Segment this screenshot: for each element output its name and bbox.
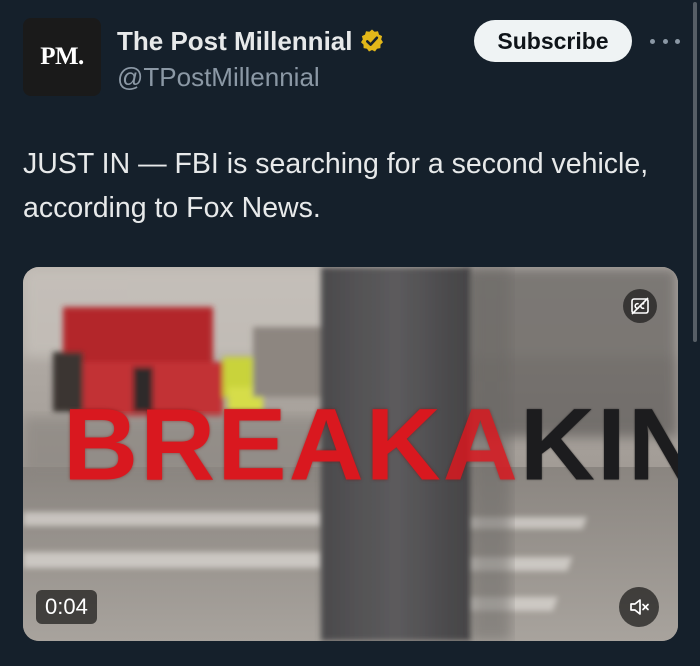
scrollbar[interactable] [693,2,697,342]
video-player[interactable]: BREAKAKING 0:04 [23,267,678,641]
breaking-text-dark: KING [519,388,678,502]
author-name[interactable]: The Post Millennial [117,24,352,58]
author-handle[interactable]: @TPostMillennial [117,60,385,94]
tweet-text: JUST IN — FBI is searching for a second … [23,148,649,224]
tweet-card: PM. The Post Millennial @TPostMillennial… [0,0,700,666]
author-name-row: The Post Millennial [117,24,385,58]
verified-badge-icon[interactable] [359,28,385,54]
closed-captions-icon[interactable] [623,289,657,323]
breaking-text-transition: A [442,388,520,502]
avatar-logo-text: PM. [40,43,84,70]
video-duration: 0:04 [36,590,97,624]
subscribe-button[interactable]: Subscribe [474,20,632,62]
more-dot [675,38,680,44]
author-info: The Post Millennial @TPostMillennial [117,24,385,94]
more-horizontal-icon[interactable] [650,30,680,52]
volume-muted-icon[interactable] [619,587,659,627]
breaking-overlay-text: BREAKAKING [63,394,678,496]
avatar[interactable]: PM. [23,18,101,96]
more-dot [662,38,668,44]
more-dot [650,38,655,44]
breaking-text-red: BREAK [63,388,443,502]
